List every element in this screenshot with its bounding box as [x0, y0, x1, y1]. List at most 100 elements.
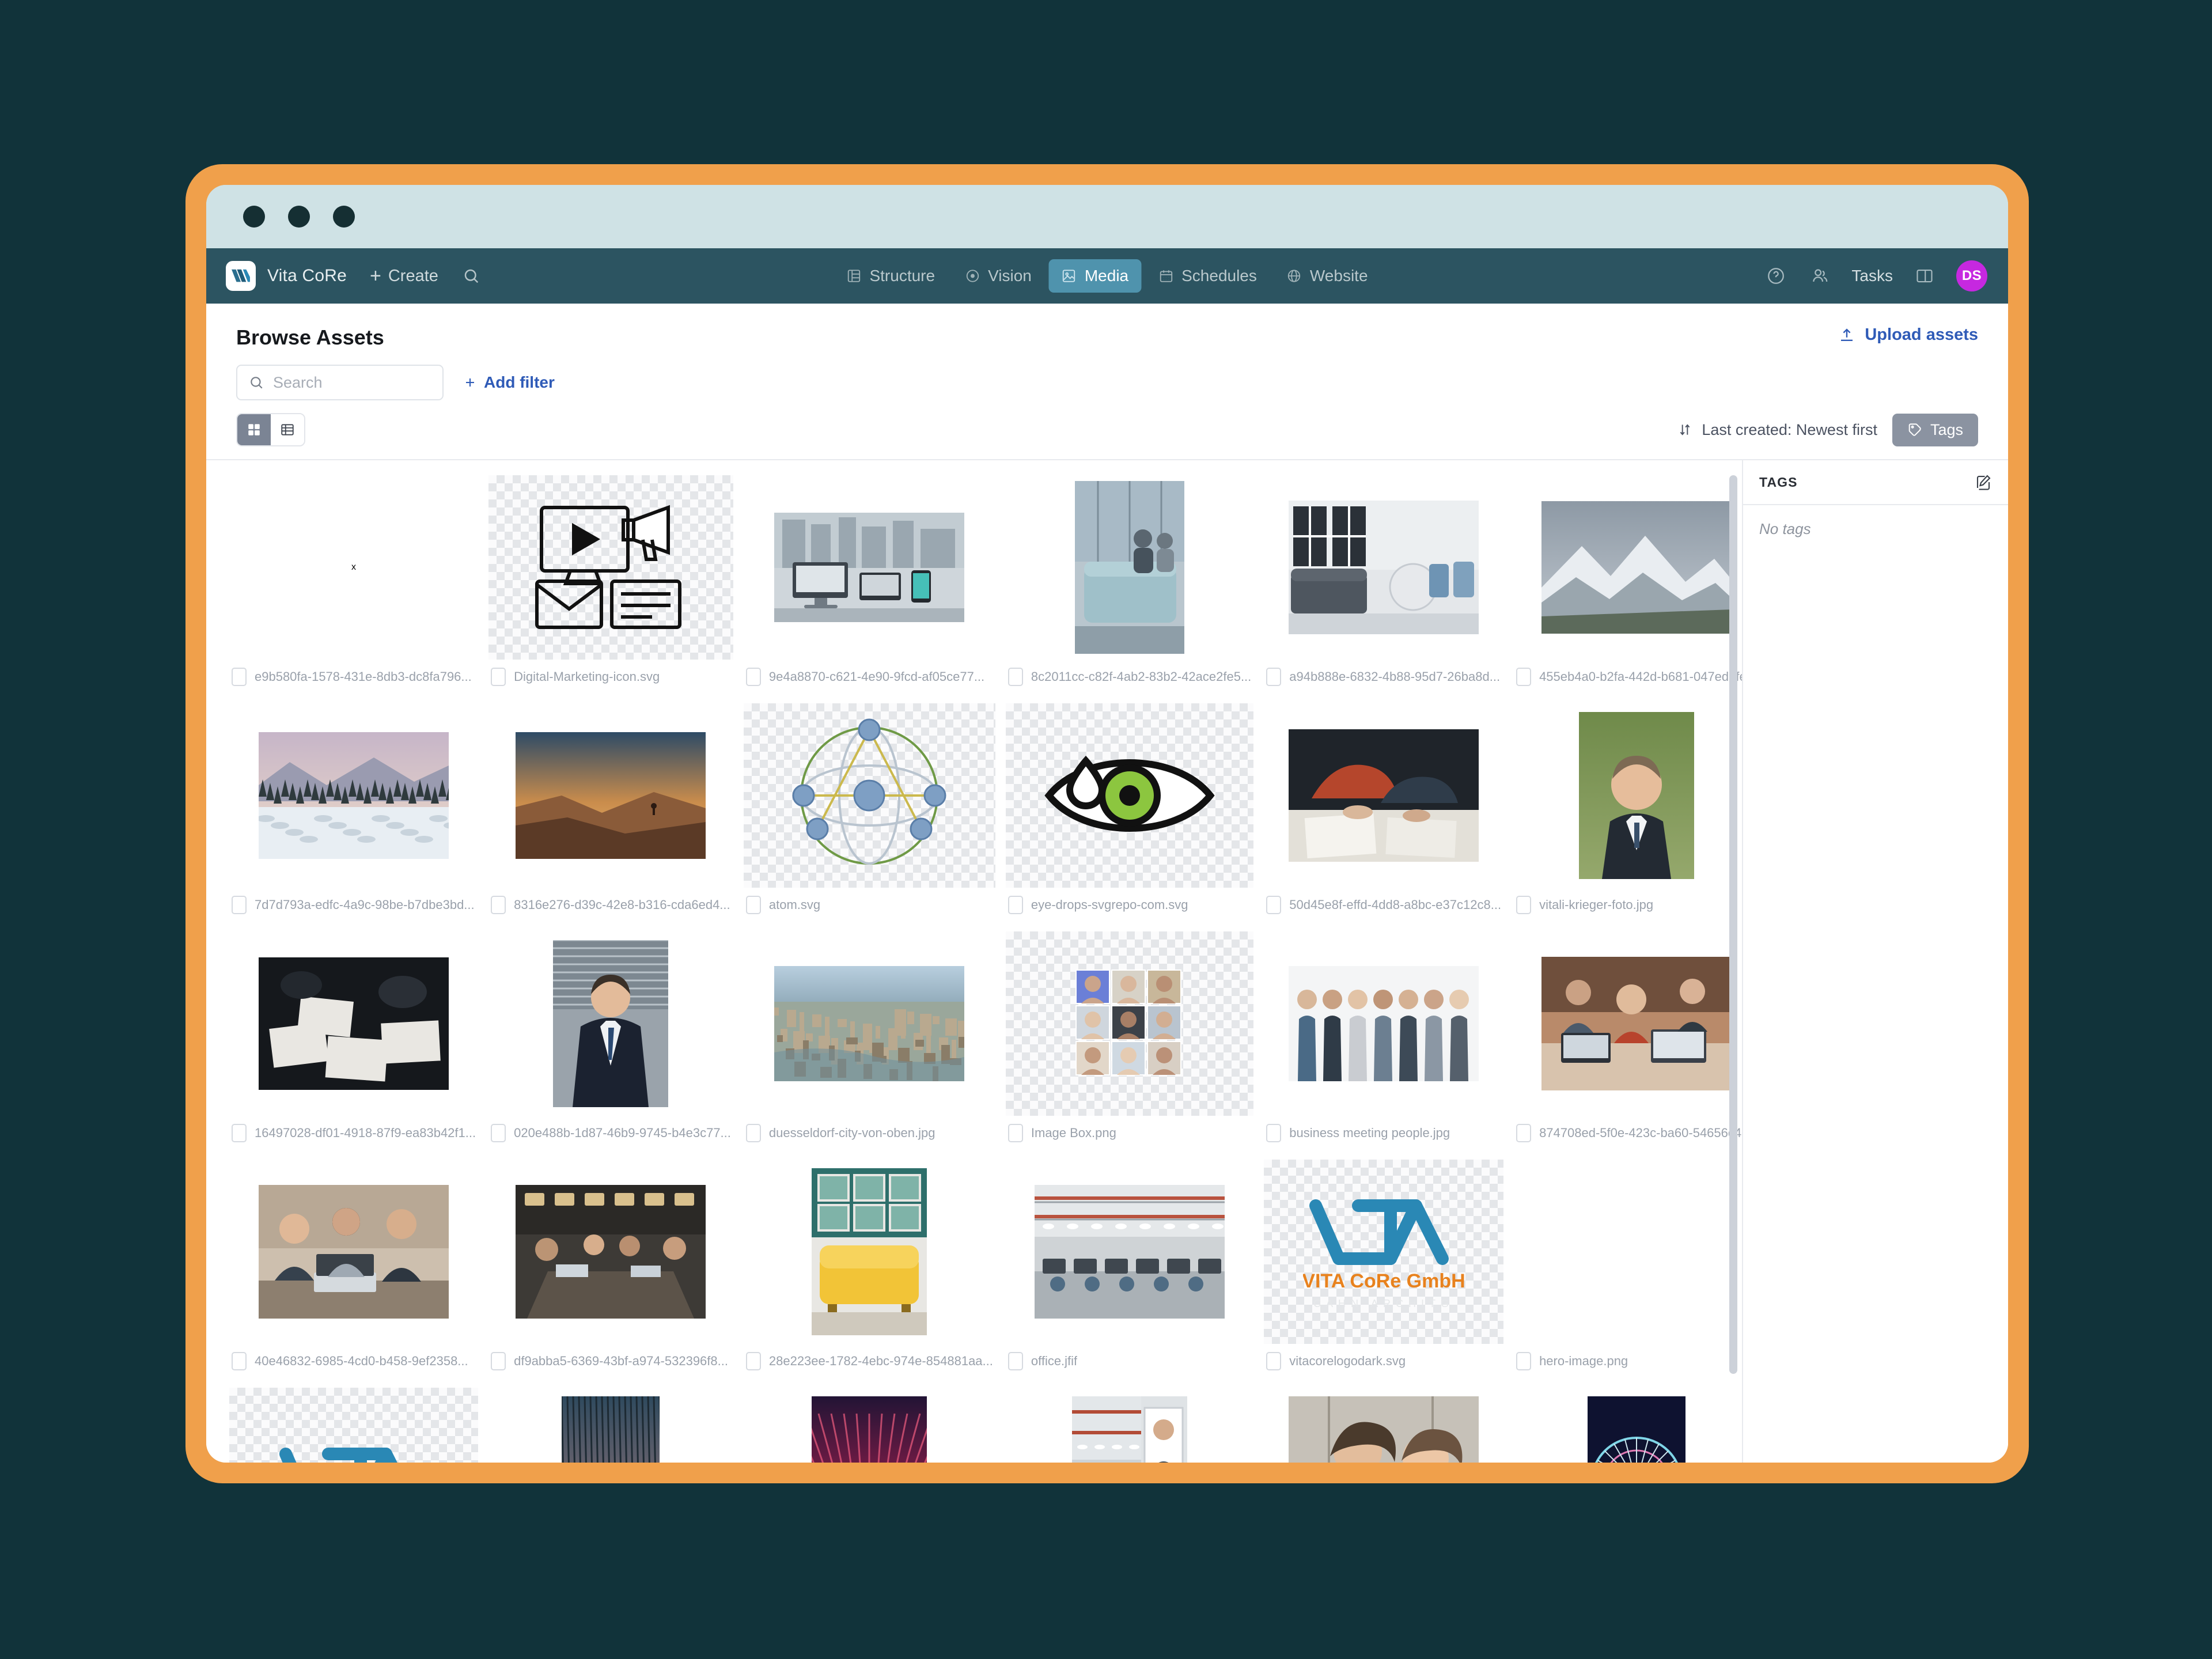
asset-thumbnail[interactable]: [1514, 475, 1742, 660]
asset-thumbnail[interactable]: [1264, 703, 1503, 888]
vertical-scrollbar[interactable]: [1729, 475, 1738, 1463]
add-filter-button[interactable]: Add filter: [463, 373, 555, 392]
asset-cell[interactable]: 40e46832-6985-4cd0-b458-9ef2358...: [229, 1160, 478, 1388]
asset-checkbox[interactable]: [232, 1352, 247, 1370]
asset-cell[interactable]: VITA CoRe GmbH CAHN ARCHITG vitacorelogod…: [1264, 1160, 1503, 1388]
asset-thumbnail[interactable]: [1006, 703, 1253, 888]
help-circle-icon[interactable]: [1764, 264, 1788, 288]
asset-checkbox[interactable]: [491, 668, 506, 686]
asset-cell[interactable]: 16497028-df01-4918-87f9-ea83b42f1...: [229, 931, 478, 1160]
asset-thumbnail[interactable]: [1264, 475, 1503, 660]
asset-cell[interactable]: [1514, 1388, 1742, 1463]
asset-thumbnail[interactable]: [1264, 931, 1503, 1116]
tab-vision[interactable]: Vision: [952, 259, 1044, 293]
tab-website[interactable]: Website: [1274, 259, 1381, 293]
tab-structure[interactable]: Structure: [834, 259, 948, 293]
asset-checkbox[interactable]: [1007, 1352, 1023, 1370]
asset-checkbox[interactable]: [1266, 1352, 1282, 1370]
asset-checkbox[interactable]: [1516, 668, 1532, 686]
asset-thumbnail[interactable]: [1264, 1388, 1503, 1463]
global-search-icon[interactable]: [463, 267, 480, 285]
asset-checkbox[interactable]: [232, 1124, 247, 1142]
asset-checkbox[interactable]: [491, 1124, 506, 1142]
avatar[interactable]: DS: [1956, 260, 1987, 291]
asset-thumbnail[interactable]: [229, 1160, 478, 1344]
asset-thumbnail[interactable]: [229, 931, 478, 1116]
scrollbar-thumb[interactable]: [1729, 475, 1737, 1374]
asset-thumbnail[interactable]: [488, 931, 733, 1116]
asset-cell[interactable]: a94b888e-6832-4b88-95d7-26ba8d...: [1264, 475, 1503, 703]
brand[interactable]: Vita CoRe: [226, 261, 347, 291]
asset-checkbox[interactable]: [1266, 668, 1282, 686]
asset-checkbox[interactable]: [1516, 1352, 1532, 1370]
grid-view-icon[interactable]: [237, 414, 271, 445]
asset-thumbnail[interactable]: [488, 475, 733, 660]
asset-thumbnail[interactable]: [744, 1388, 995, 1463]
asset-thumbnail[interactable]: [1006, 1388, 1253, 1463]
asset-cell[interactable]: [1264, 1388, 1503, 1463]
asset-thumbnail[interactable]: [1514, 1388, 1742, 1463]
tab-media[interactable]: Media: [1048, 259, 1142, 293]
asset-cell[interactable]: 8316e276-d39c-42e8-b316-cda6ed4...: [488, 703, 733, 931]
asset-thumbnail[interactable]: [488, 1160, 733, 1344]
panel-icon[interactable]: [1912, 264, 1937, 288]
asset-checkbox[interactable]: [745, 1352, 761, 1370]
asset-checkbox[interactable]: [1007, 668, 1023, 686]
asset-cell[interactable]: Image Box.png: [1006, 931, 1253, 1160]
asset-thumbnail[interactable]: [229, 703, 478, 888]
search-input[interactable]: [273, 373, 431, 392]
asset-thumbnail[interactable]: [1514, 703, 1742, 888]
asset-checkbox[interactable]: [491, 896, 506, 914]
asset-cell[interactable]: x e9b580fa-1578-431e-8db3-dc8fa796...: [229, 475, 478, 703]
asset-cell[interactable]: [1006, 1388, 1253, 1463]
asset-checkbox[interactable]: [1516, 1124, 1532, 1142]
upload-assets-button[interactable]: Upload assets: [1838, 325, 1978, 344]
asset-checkbox[interactable]: [232, 896, 247, 914]
sort-control[interactable]: Last created: Newest first: [1677, 421, 1877, 439]
asset-thumbnail[interactable]: [488, 1388, 733, 1463]
asset-thumbnail[interactable]: [229, 1388, 478, 1463]
asset-cell[interactable]: [488, 1388, 733, 1463]
asset-cell[interactable]: vitali-krieger-foto.jpg: [1514, 703, 1742, 931]
asset-checkbox[interactable]: [1007, 1124, 1023, 1142]
asset-checkbox[interactable]: [491, 1352, 506, 1370]
asset-cell[interactable]: 7d7d793a-edfc-4a9c-98be-b7dbe3bd...: [229, 703, 478, 931]
asset-cell[interactable]: 8c2011cc-c82f-4ab2-83b2-42ace2fe5...: [1006, 475, 1253, 703]
asset-checkbox[interactable]: [745, 668, 761, 686]
search-box[interactable]: [236, 365, 444, 400]
asset-cell[interactable]: eye-drops-svgrepo-com.svg: [1006, 703, 1253, 931]
asset-cell[interactable]: [229, 1388, 478, 1463]
asset-thumbnail[interactable]: [744, 1160, 995, 1344]
window-minimize-dot[interactable]: [288, 206, 310, 228]
asset-checkbox[interactable]: [1516, 896, 1532, 914]
asset-checkbox[interactable]: [1266, 1124, 1282, 1142]
people-icon[interactable]: [1808, 264, 1832, 288]
asset-checkbox[interactable]: [745, 896, 761, 914]
tab-schedules[interactable]: Schedules: [1146, 259, 1270, 293]
asset-thumbnail[interactable]: [1514, 1160, 1742, 1344]
list-view-icon[interactable]: [271, 414, 304, 445]
asset-cell[interactable]: atom.svg: [744, 703, 995, 931]
edit-icon[interactable]: [1975, 474, 1992, 491]
asset-cell[interactable]: duesseldorf-city-von-oben.jpg: [744, 931, 995, 1160]
tags-button[interactable]: Tags: [1892, 413, 1978, 446]
asset-thumbnail[interactable]: [1006, 475, 1253, 660]
asset-cell[interactable]: 874708ed-5f0e-423c-ba60-54656c4...: [1514, 931, 1742, 1160]
asset-thumbnail[interactable]: [744, 931, 995, 1116]
asset-checkbox[interactable]: [1266, 896, 1282, 914]
asset-cell[interactable]: [744, 1388, 995, 1463]
asset-thumbnail[interactable]: x: [229, 475, 478, 660]
asset-checkbox[interactable]: [745, 1124, 761, 1142]
asset-thumbnail[interactable]: [744, 475, 995, 660]
asset-cell[interactable]: 50d45e8f-effd-4dd8-a8bc-e37c12c8...: [1264, 703, 1503, 931]
asset-checkbox[interactable]: [232, 668, 247, 686]
asset-thumbnail[interactable]: [1514, 931, 1742, 1116]
asset-cell[interactable]: office.jfif: [1006, 1160, 1253, 1388]
tasks-label[interactable]: Tasks: [1851, 267, 1893, 285]
asset-thumbnail[interactable]: [1006, 1160, 1253, 1344]
asset-cell[interactable]: Digital-Marketing-icon.svg: [488, 475, 733, 703]
window-maximize-dot[interactable]: [333, 206, 355, 228]
asset-checkbox[interactable]: [1007, 896, 1023, 914]
asset-thumbnail[interactable]: [488, 703, 733, 888]
create-button[interactable]: + Create: [370, 266, 438, 286]
